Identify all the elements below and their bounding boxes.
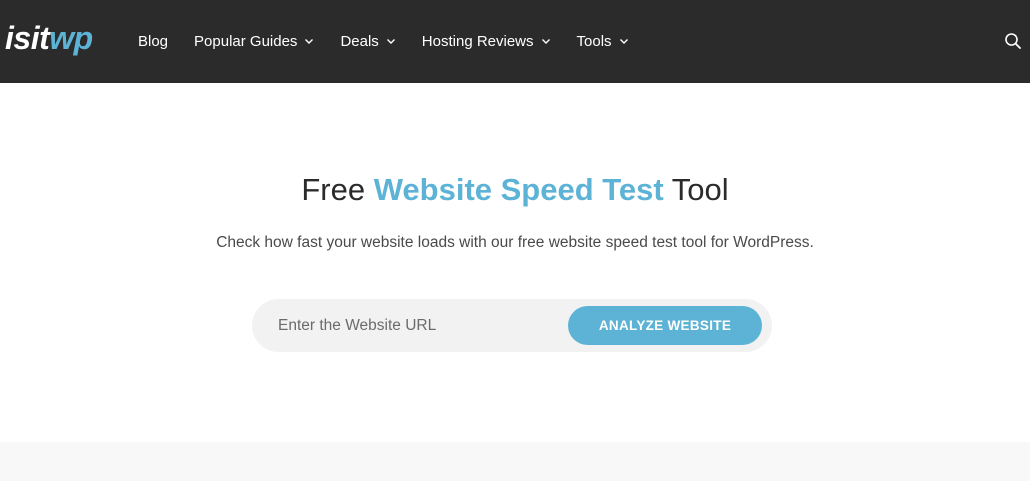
chevron-down-icon	[541, 39, 550, 44]
nav-item-deals[interactable]: Deals	[340, 33, 395, 50]
nav-item-label: Tools	[576, 33, 612, 50]
main-menu: Blog Popular Guides Deals Hosting Review…	[138, 0, 655, 83]
page-title: Free Website Speed Test Tool	[0, 168, 1030, 212]
nav-item-label: Hosting Reviews	[421, 33, 534, 50]
nav-item-label: Deals	[340, 33, 379, 50]
page-subtitle: Check how fast your website loads with o…	[216, 234, 814, 251]
site-logo[interactable]: isitwp	[5, 18, 93, 58]
analyze-website-button[interactable]: ANALYZE WEBSITE	[568, 306, 762, 345]
nav-item-label: Blog	[138, 33, 169, 50]
speed-test-form: ANALYZE WEBSITE	[252, 299, 772, 352]
chevron-down-icon	[305, 39, 314, 44]
nav-item-popular-guides[interactable]: Popular Guides	[194, 33, 314, 50]
nav-item-tools[interactable]: Tools	[577, 33, 629, 50]
title-accent: Website Speed Test	[373, 172, 664, 207]
top-navbar: isitwp Blog Popular Guides Deals Hosting…	[0, 0, 1030, 83]
chevron-down-icon	[386, 39, 395, 44]
section-divider-band	[0, 442, 1030, 481]
chevron-down-icon	[619, 39, 628, 44]
nav-item-label: Popular Guides	[194, 33, 298, 50]
nav-item-hosting-reviews[interactable]: Hosting Reviews	[422, 33, 551, 50]
search-icon[interactable]	[1004, 32, 1022, 50]
title-suffix: Tool	[663, 172, 729, 207]
nav-item-blog[interactable]: Blog	[138, 33, 168, 50]
title-prefix: Free	[301, 172, 374, 207]
logo-text-isit: isit	[5, 20, 50, 56]
logo-text-wp: wp	[49, 20, 93, 56]
website-url-input[interactable]	[278, 299, 558, 352]
